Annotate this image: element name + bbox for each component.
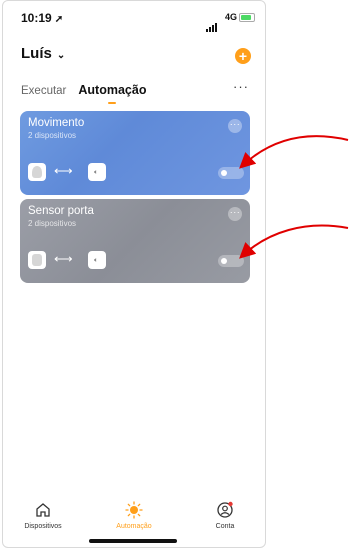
annotation-arrow-2 <box>239 224 349 259</box>
annotation-arrows <box>239 135 349 259</box>
annotation-arrow-1 <box>239 135 349 169</box>
